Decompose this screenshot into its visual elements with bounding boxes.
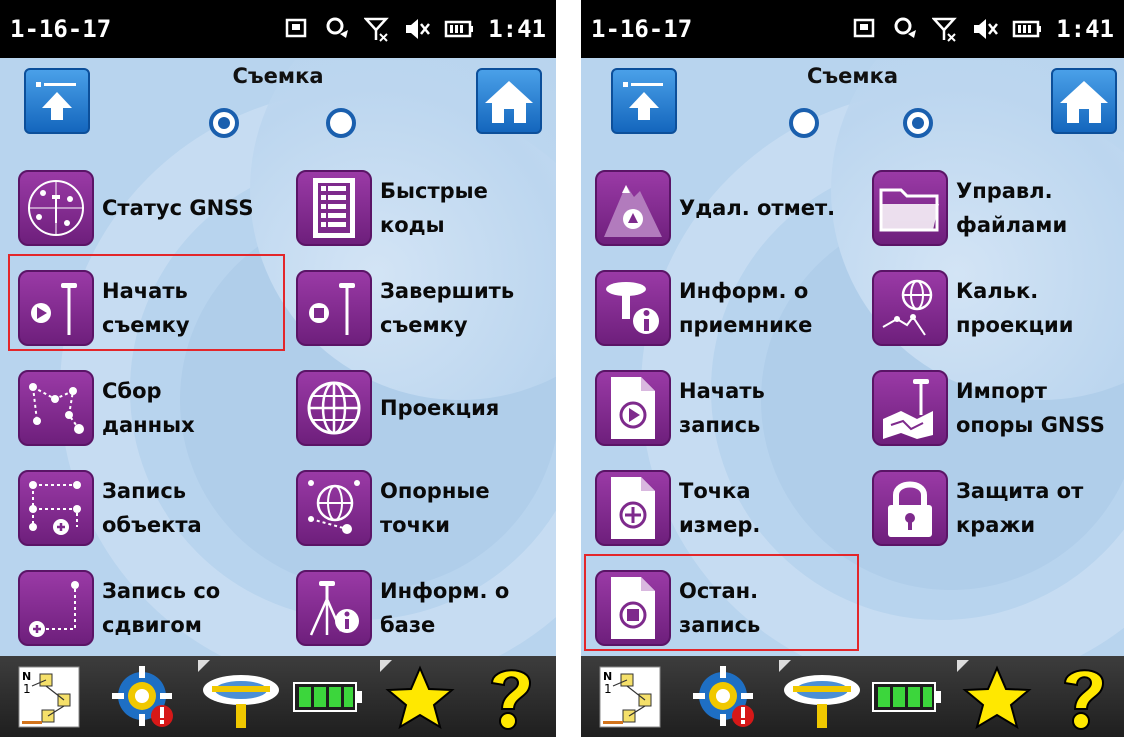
menu-item-quick-codes[interactable]: Быстрые коды (296, 163, 556, 253)
map-view-icon[interactable]: N1 (597, 664, 663, 730)
menu-item-label: Статус GNSS (102, 196, 254, 220)
menu-item-label: Точка измер. (679, 479, 761, 537)
svg-text:1: 1 (23, 682, 31, 696)
page-indicator-1[interactable] (209, 108, 239, 138)
menu-item-file-manager[interactable]: Управл. файлами (872, 163, 1124, 253)
base-info-icon (296, 570, 372, 646)
favorites-star-icon[interactable] (957, 660, 1037, 730)
right-screen: 1-16-17 1:41 Съемка Удал. отмет. Управл.… (581, 0, 1124, 737)
status-bar: 1-16-17 1:41 (581, 0, 1124, 58)
menu-item-label: Удал. отмет. (679, 196, 836, 220)
bottom-toolbar: N1 (581, 656, 1124, 737)
menu-item-control-points[interactable]: Опорные точки (296, 463, 556, 553)
map-view-icon[interactable]: N1 (16, 664, 82, 730)
control-points-icon (296, 470, 372, 546)
menu-item-end-survey[interactable]: Завершить съемку (296, 263, 556, 353)
projection-globe-icon (296, 370, 372, 446)
battery-icon[interactable] (869, 664, 945, 730)
gnss-receiver-icon[interactable] (779, 660, 865, 730)
battery-status-icon[interactable] (444, 16, 474, 42)
lock-icon (872, 470, 948, 546)
menu-item-label: Информ. о приемнике (679, 279, 813, 337)
battery-status-icon[interactable] (1012, 16, 1042, 42)
menu-item-record-feature[interactable]: Запись объекта (18, 463, 288, 553)
status-date: 1-16-17 (591, 15, 693, 43)
menu-item-label: Управл. файлами (956, 179, 1068, 237)
svg-text:1: 1 (604, 682, 612, 696)
no-signal-icon[interactable] (364, 16, 390, 42)
menu-item-label: Быстрые коды (380, 179, 488, 237)
menu-item-label: Кальк. проекции (956, 279, 1074, 337)
settings-gear-icon[interactable] (685, 664, 765, 730)
highlight-box-stop-recording (584, 554, 859, 651)
offset-record-icon (18, 570, 94, 646)
menu-item-gnss-status[interactable]: Статус GNSS (18, 163, 288, 253)
gps-signal-icon[interactable] (324, 16, 350, 42)
end-survey-icon (296, 270, 372, 346)
page-title: Съемка (806, 64, 899, 88)
menu-item-label: Запись со сдвигом (102, 579, 221, 637)
menu-item-projection[interactable]: Проекция (296, 363, 556, 453)
settings-gear-icon[interactable] (104, 664, 184, 730)
home-button[interactable] (476, 68, 542, 134)
status-bar: 1-16-17 1:41 (0, 0, 556, 58)
quick-codes-icon (296, 170, 372, 246)
menu-item-label: Защита от кражи (956, 479, 1084, 537)
record-feature-icon (18, 470, 94, 546)
page-indicator-1[interactable] (789, 108, 819, 138)
status-time: 1:41 (1056, 15, 1114, 43)
volume-mute-icon[interactable] (404, 16, 431, 42)
bottom-toolbar: N1 (0, 656, 556, 737)
projection-calc-icon (872, 270, 948, 346)
page-indicator-2[interactable] (903, 108, 933, 138)
menu-item-delete-mark[interactable]: Удал. отмет. (595, 163, 865, 253)
gnss-status-icon (18, 170, 94, 246)
highlight-box-start-survey (8, 254, 285, 351)
menu-item-label: Начать запись (679, 379, 765, 437)
import-gnss-icon (872, 370, 948, 446)
menu-item-label: Информ. о базе (380, 579, 510, 637)
page-title: Съемка (232, 64, 324, 88)
menu-item-label: Запись объекта (102, 479, 202, 537)
delete-mark-icon (595, 170, 671, 246)
home-icon (1060, 81, 1108, 123)
help-question-icon[interactable] (476, 664, 546, 730)
menu-item-start-recording[interactable]: Начать запись (595, 363, 865, 453)
favorites-star-icon[interactable] (380, 660, 460, 730)
folder-icon (872, 170, 948, 246)
menu-item-label: Опорные точки (380, 479, 490, 537)
menu-item-offset-record[interactable]: Запись со сдвигом (18, 563, 288, 653)
menu-item-base-info[interactable]: Информ. о базе (296, 563, 556, 653)
sync-icon[interactable] (852, 16, 878, 42)
page-indicator-2[interactable] (326, 108, 356, 138)
menu-item-theft-protection[interactable]: Защита от кражи (872, 463, 1124, 553)
measure-point-icon (595, 470, 671, 546)
menu-item-label: Импорт опоры GNSS (956, 379, 1105, 437)
home-button[interactable] (1051, 68, 1117, 134)
menu-item-projection-calc[interactable]: Кальк. проекции (872, 263, 1124, 353)
gnss-receiver-icon[interactable] (198, 660, 284, 730)
sync-icon[interactable] (284, 16, 310, 42)
menu-item-import-gnss[interactable]: Импорт опоры GNSS (872, 363, 1124, 453)
volume-mute-icon[interactable] (972, 16, 999, 42)
status-date: 1-16-17 (10, 15, 112, 43)
start-recording-icon (595, 370, 671, 446)
left-screen: 1-16-17 1:41 Съемка Статус GNSS Быстрые … (0, 0, 556, 737)
data-collection-icon (18, 370, 94, 446)
help-question-icon[interactable] (1049, 664, 1119, 730)
menu-item-data-collection[interactable]: Сбор данных (18, 363, 288, 453)
menu-item-receiver-info[interactable]: Информ. о приемнике (595, 263, 865, 353)
gps-signal-icon[interactable] (892, 16, 918, 42)
status-time: 1:41 (488, 15, 546, 43)
home-icon (485, 81, 533, 123)
menu-item-label: Сбор данных (102, 379, 195, 437)
menu-item-label: Завершить съемку (380, 279, 515, 337)
no-signal-icon[interactable] (932, 16, 958, 42)
battery-icon[interactable] (290, 664, 366, 730)
menu-item-measure-point[interactable]: Точка измер. (595, 463, 865, 553)
receiver-info-icon (595, 270, 671, 346)
menu-item-label: Проекция (380, 396, 500, 420)
